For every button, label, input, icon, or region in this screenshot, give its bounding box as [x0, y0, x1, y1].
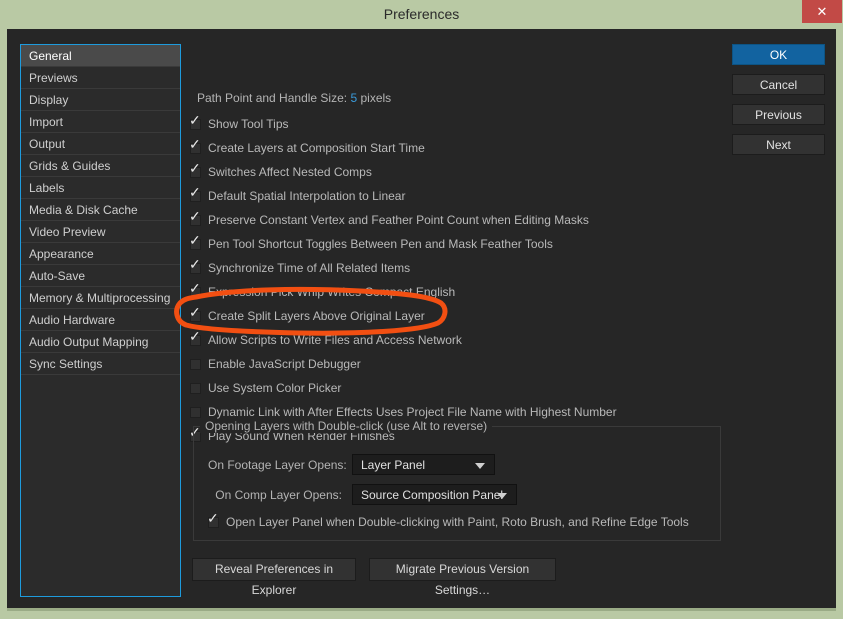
checkbox-indicator — [189, 209, 201, 226]
checkbox-label: Preserve Constant Vertex and Feather Poi… — [208, 213, 589, 227]
checkbox-label: Enable JavaScript Debugger — [208, 357, 361, 371]
path-point-size-label: Path Point and Handle Size: — [197, 91, 348, 105]
checkbox-label: Create Layers at Composition Start Time — [208, 141, 425, 155]
sidebar-item-grids-guides[interactable]: Grids & Guides — [21, 155, 180, 177]
checkbox-row[interactable]: Expression Pick Whip Writes Compact Engl… — [189, 280, 728, 304]
category-list[interactable]: General Previews Display Import Output Grids … — [20, 44, 181, 597]
checkbox-row[interactable]: Show Tool Tips — [189, 112, 728, 136]
checkbox-label: Synchronize Time of All Related Items — [208, 261, 411, 275]
checkbox-row[interactable]: Enable JavaScript Debugger — [190, 352, 728, 376]
checkbox-indicator — [189, 329, 201, 346]
footage-layer-opens-select[interactable]: Layer Panel — [352, 454, 495, 475]
checkbox-indicator — [189, 161, 201, 178]
checkbox-indicator — [190, 382, 201, 394]
checkbox-row[interactable]: Preserve Constant Vertex and Feather Poi… — [189, 208, 728, 232]
comp-layer-opens-row: On Comp Layer Opens: Source Composition … — [208, 484, 517, 505]
checkbox-label: Dynamic Link with After Effects Uses Pro… — [208, 405, 617, 419]
sidebar-item-video-preview[interactable]: Video Preview — [21, 221, 180, 243]
sidebar-item-appearance[interactable]: Appearance — [21, 243, 180, 265]
checkbox-indicator — [189, 257, 201, 274]
comp-layer-opens-select[interactable]: Source Composition Panel — [352, 484, 517, 505]
checkbox-label: Expression Pick Whip Writes Compact Engl… — [208, 285, 456, 299]
checkbox-row[interactable]: Pen Tool Shortcut Toggles Between Pen an… — [189, 232, 728, 256]
checkbox-indicator — [189, 281, 201, 298]
opening-layers-group-legend: Opening Layers with Double-click (use Al… — [200, 419, 493, 433]
path-point-size-unit: pixels — [360, 91, 392, 105]
checkbox-indicator — [189, 233, 201, 250]
opening-layers-group: Opening Layers with Double-click (use Al… — [193, 419, 721, 541]
checkbox-label: Switches Affect Nested Comps — [208, 165, 372, 179]
checkbox-row[interactable]: Create Layers at Composition Start Time — [189, 136, 728, 160]
sidebar-item-import[interactable]: Import — [21, 111, 180, 133]
footage-layer-opens-value: Layer Panel — [361, 457, 426, 472]
checkbox-row[interactable]: Create Split Layers Above Original Layer — [189, 304, 728, 328]
sidebar-item-previews[interactable]: Previews — [21, 67, 180, 89]
ok-button[interactable]: OK — [732, 44, 825, 65]
footage-layer-opens-row: On Footage Layer Opens: Layer Panel — [208, 454, 495, 475]
sidebar-item-labels[interactable]: Labels — [21, 177, 180, 199]
checkbox-indicator — [189, 305, 201, 322]
checkbox-label: Create Split Layers Above Original Layer — [208, 309, 425, 323]
checkbox-label: Allow Scripts to Write Files and Access … — [208, 333, 462, 347]
sidebar-item-general[interactable]: General — [21, 45, 180, 67]
sidebar-item-audio-output-mapping[interactable]: Audio Output Mapping — [21, 331, 180, 353]
general-settings-panel: Path Point and Handle Size: 5 pixels Sho… — [183, 44, 728, 597]
checkbox-indicator — [190, 406, 201, 418]
sidebar-item-media-disk-cache[interactable]: Media & Disk Cache — [21, 199, 180, 221]
checkbox-row[interactable]: Allow Scripts to Write Files and Access … — [189, 328, 728, 352]
checkbox-indicator — [190, 358, 201, 370]
checkbox-row[interactable]: Synchronize Time of All Related Items — [189, 256, 728, 280]
close-icon[interactable]: ✕ — [802, 0, 842, 23]
window-title: Preferences — [383, 6, 460, 22]
checkbox-indicator — [189, 185, 201, 202]
sidebar-item-memory-multiprocessing[interactable]: Memory & Multiprocessing — [21, 287, 180, 309]
reveal-preferences-button[interactable]: Reveal Preferences in Explorer — [192, 558, 356, 597]
checkbox-label: Pen Tool Shortcut Toggles Between Pen an… — [208, 237, 553, 251]
checkbox-indicator — [207, 511, 219, 528]
checkbox-indicator — [189, 113, 201, 130]
preferences-checkbox-list: Show Tool Tips Create Layers at Compositi… — [189, 112, 728, 448]
comp-layer-opens-value: Source Composition Panel — [361, 487, 504, 502]
checkbox-label: Use System Color Picker — [208, 381, 342, 395]
path-point-size-value[interactable]: 5 — [350, 91, 357, 105]
footage-layer-opens-label: On Footage Layer Opens: — [208, 457, 347, 472]
sidebar-item-audio-hardware[interactable]: Audio Hardware — [21, 309, 180, 331]
checkbox-row[interactable]: Switches Affect Nested Comps — [189, 160, 728, 184]
chevron-down-icon — [475, 462, 485, 469]
sidebar-item-output[interactable]: Output — [21, 133, 180, 155]
title-bar: Preferences ✕ — [0, 0, 843, 29]
path-point-size-row: Path Point and Handle Size: 5 pixels — [197, 91, 391, 105]
dialog-action-buttons: OK Cancel Previous Next — [732, 44, 825, 164]
checkbox-label: Default Spatial Interpolation to Linear — [208, 189, 406, 203]
sidebar-item-auto-save[interactable]: Auto-Save — [21, 265, 180, 287]
checkbox-row[interactable]: Use System Color Picker — [190, 376, 728, 400]
open-layer-panel-label: Open Layer Panel when Double-clicking wi… — [226, 515, 689, 529]
preferences-dialog: General Previews Display Import Output Grids … — [7, 29, 836, 611]
next-button[interactable]: Next — [732, 134, 825, 155]
sidebar-item-display[interactable]: Display — [21, 89, 180, 111]
checkbox-label: Show Tool Tips — [208, 117, 289, 131]
cancel-button[interactable]: Cancel — [732, 74, 825, 95]
checkbox-indicator — [189, 137, 201, 154]
previous-button[interactable]: Previous — [732, 104, 825, 125]
chevron-down-icon — [497, 492, 507, 499]
sidebar-item-sync-settings[interactable]: Sync Settings — [21, 353, 180, 375]
migrate-settings-button[interactable]: Migrate Previous Version Settings… — [369, 558, 556, 597]
checkbox-row[interactable]: Default Spatial Interpolation to Linear — [189, 184, 728, 208]
open-layer-panel-checkbox[interactable]: Open Layer Panel when Double-clicking wi… — [207, 511, 689, 530]
comp-layer-opens-label: On Comp Layer Opens: — [215, 487, 342, 502]
